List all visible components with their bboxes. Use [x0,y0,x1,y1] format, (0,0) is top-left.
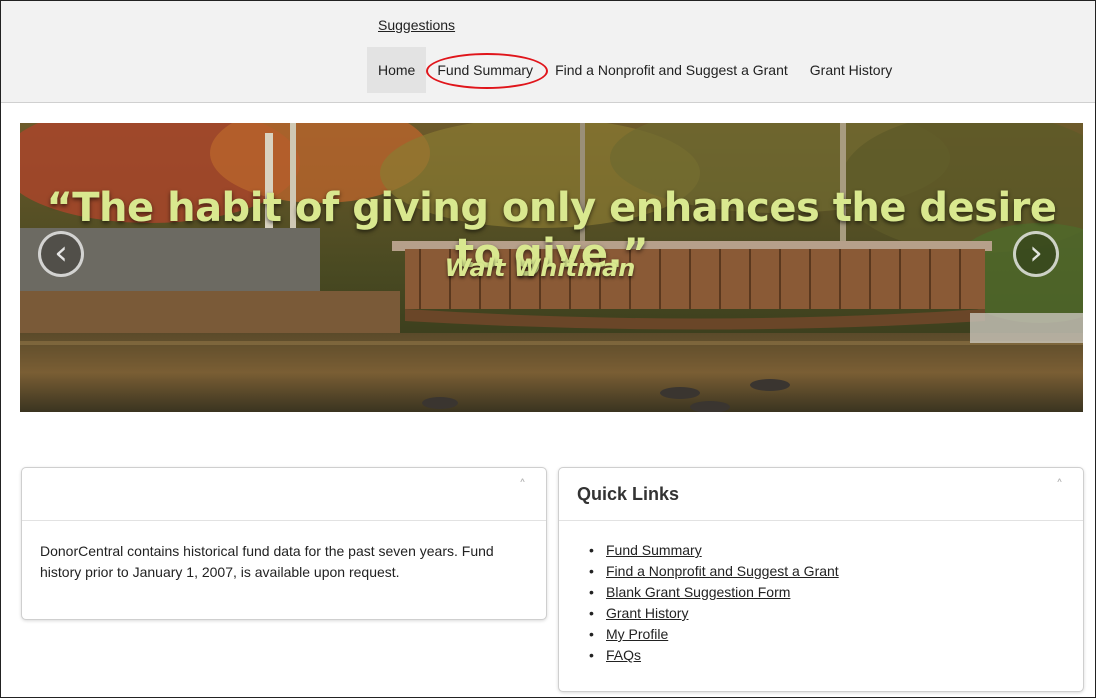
link-find-nonprofit[interactable]: Find a Nonprofit and Suggest a Grant [606,563,839,579]
carousel-next-button[interactable]: › [1013,231,1059,277]
quick-links-list: • Fund Summary • Find a Nonprofit and Sugg… [587,540,839,666]
chevron-up-icon[interactable]: ˄ [1056,478,1063,494]
link-blank-grant-form[interactable]: Blank Grant Suggestion Form [606,584,790,600]
info-panel-text: DonorCentral contains historical fund da… [40,543,494,580]
chevron-up-icon[interactable]: ˄ [519,478,526,494]
link-faqs[interactable]: FAQs [606,647,641,663]
bullet-icon: • [589,605,594,621]
chevron-right-icon: › [1029,233,1043,273]
nav-home[interactable]: Home [367,47,427,93]
bullet-icon: • [589,647,594,663]
carousel-prev-button[interactable]: ‹ [38,231,84,277]
hero-carousel: “The habit of giving only enhances the d… [20,123,1083,412]
list-item: • Fund Summary [587,540,839,561]
main-nav: Home Fund Summary Find a Nonprofit and S… [367,47,903,93]
info-panel: ˄ DonorCentral contains historical fund … [21,467,547,620]
page-frame: Suggestions Home Fund Summary Find a Non… [0,0,1096,698]
quick-links-panel: Quick Links ˄ • Fund Summary • Find a Nonp… [558,467,1084,692]
nav-fund-summary-label: Fund Summary [437,62,534,78]
list-item: • My Profile [587,624,839,645]
list-item: • Grant History [587,603,839,624]
nav-grant-history[interactable]: Grant History [799,47,903,93]
nav-fund-summary[interactable]: Fund Summary [426,47,549,93]
list-item: • Blank Grant Suggestion Form [587,582,839,603]
list-item: • Find a Nonprofit and Suggest a Grant [587,561,839,582]
link-fund-summary[interactable]: Fund Summary [606,542,702,558]
bullet-icon: • [589,542,594,558]
carousel-author: Walt Whitman [444,254,636,282]
bullet-icon: • [589,563,594,579]
suggestions-link[interactable]: Suggestions [378,17,455,33]
quick-links-header: Quick Links ˄ [559,468,1083,521]
bullet-icon: • [589,584,594,600]
link-grant-history[interactable]: Grant History [606,605,688,621]
bullet-icon: • [589,626,594,642]
info-panel-header: ˄ [22,468,546,521]
quick-links-title: Quick Links [577,484,680,504]
site-header: Suggestions Home Fund Summary Find a Non… [1,1,1095,103]
chevron-left-icon: ‹ [54,233,68,273]
list-item: • FAQs [587,645,839,666]
link-my-profile[interactable]: My Profile [606,626,668,642]
nav-find-nonprofit[interactable]: Find a Nonprofit and Suggest a Grant [544,47,799,93]
